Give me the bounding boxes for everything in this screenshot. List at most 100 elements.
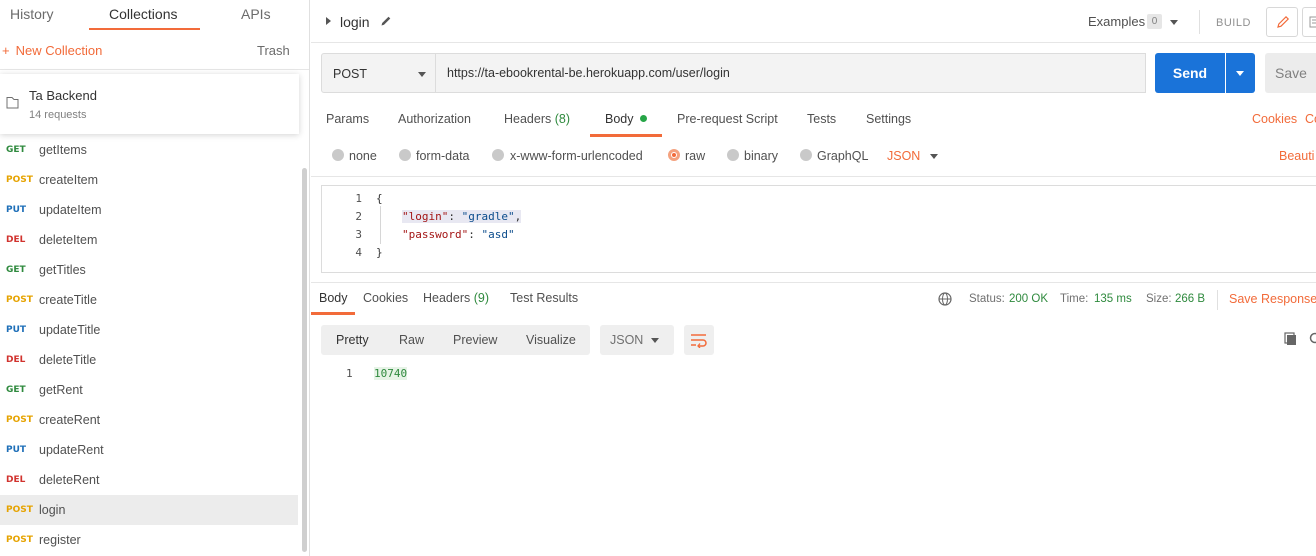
size-value[interactable]: 266 B [1175,293,1205,305]
tab-prerequest-script[interactable]: Pre-request Script [677,112,778,126]
resp-tab-body[interactable]: Body [319,291,348,305]
request-item-updaterent[interactable]: PUT updateRent [0,435,298,465]
request-item-login[interactable]: POST login [0,495,298,525]
radio-binary-label[interactable]: binary [744,149,778,163]
view-preview[interactable]: Preview [453,333,497,347]
radio-none-label[interactable]: none [349,149,377,163]
documentation-button[interactable] [1302,7,1316,37]
trash-button[interactable]: Trash [257,43,290,58]
request-item-getitems[interactable]: GET getItems [0,135,298,165]
chevron-down-icon [1236,71,1244,76]
response-line-number: 1 [346,367,353,380]
json-separator: : [448,210,462,223]
save-response-button[interactable]: Save Response [1229,292,1316,306]
request-item-updateitem[interactable]: PUT updateItem [0,195,298,225]
radio-graphql-label[interactable]: GraphQL [817,149,868,163]
code-line: "password": "asd" [402,228,515,241]
url-input[interactable] [436,53,1146,93]
save-button[interactable]: Save [1265,53,1316,93]
request-item-updatetitle[interactable]: PUT updateTitle [0,315,298,345]
globe-icon[interactable] [937,291,953,307]
line-number: 4 [355,246,362,259]
request-item-deleterent[interactable]: DEL deleteRent [0,465,298,495]
radio-none[interactable] [332,149,344,161]
collection-card[interactable]: Ta Backend 14 requests [0,74,299,134]
view-visualize[interactable]: Visualize [526,333,576,347]
radio-graphql[interactable] [800,149,812,161]
radio-binary[interactable] [727,149,739,161]
tab-apis[interactable]: APIs [241,6,271,22]
method-label: POST [333,67,368,81]
radio-form-data-label[interactable]: form-data [416,149,470,163]
beautify-link[interactable]: Beauti [1279,149,1314,163]
chevron-down-icon[interactable] [1170,20,1178,25]
json-comma: , [514,210,522,223]
request-item-createtitle[interactable]: POST createTitle [0,285,298,315]
request-title[interactable]: login [340,14,370,30]
request-item-register[interactable]: POST register [0,525,298,555]
edit-button[interactable] [1266,7,1298,37]
view-pretty[interactable]: Pretty [336,333,369,347]
raw-format-select[interactable]: JSON [887,149,920,163]
pencil-icon[interactable] [380,15,392,27]
search-icon[interactable] [1309,332,1316,346]
request-name: updateItem [39,203,102,217]
body-type-options: none form-data x-www-form-urlencoded raw… [311,145,1316,169]
method-badge: POST [6,535,33,545]
request-name: updateRent [39,443,104,457]
new-collection-button[interactable]: + New Collection [2,43,102,58]
code-line: "login": "gradle", [402,210,522,223]
request-item-deleteitem[interactable]: DEL deleteItem [0,225,298,255]
tab-authorization[interactable]: Authorization [398,112,471,126]
code-line: } [376,246,383,259]
tab-settings[interactable]: Settings [866,112,911,126]
radio-urlencoded[interactable] [492,149,504,161]
wrap-lines-button[interactable] [684,325,714,355]
sidebar-scrollbar[interactable] [302,168,307,552]
request-body-editor[interactable]: 1 2 3 4 { "login": "gradle", "password":… [321,185,1316,273]
request-item-createrent[interactable]: POST createRent [0,405,298,435]
chevron-down-icon[interactable] [930,154,938,159]
resp-tab-test-results[interactable]: Test Results [510,291,578,305]
radio-urlencoded-label[interactable]: x-www-form-urlencoded [510,149,643,163]
build-mode-label[interactable]: BUILD [1216,17,1251,29]
request-list: GET getItems POST createItem PUT updateItem DE… [0,135,300,555]
view-raw[interactable]: Raw [399,333,424,347]
send-button[interactable]: Send [1155,53,1225,93]
examples-dropdown[interactable]: Examples [1088,14,1145,29]
radio-raw[interactable] [668,149,680,161]
request-item-deletetitle[interactable]: DEL deleteTitle [0,345,298,375]
time-value[interactable]: 135 ms [1094,293,1132,305]
tab-params[interactable]: Params [326,112,369,126]
copy-icon[interactable] [1284,332,1298,346]
radio-raw-label[interactable]: raw [685,149,705,163]
method-select[interactable]: POST [321,53,436,93]
new-collection-label: New Collection [15,43,103,58]
tab-tests[interactable]: Tests [807,112,836,126]
code-link[interactable]: Co [1305,112,1316,126]
sidebar-actions: + New Collection Trash [0,32,309,70]
tab-headers[interactable]: Headers (8) [504,112,570,126]
expand-caret-icon[interactable] [326,17,331,25]
time-label: Time: [1060,293,1089,305]
request-name: updateTitle [39,323,101,337]
status-value[interactable]: 200 OK [1009,293,1048,305]
body-indicator-dot [639,115,647,122]
response-format-select[interactable]: JSON [600,325,674,355]
resp-tab-cookies[interactable]: Cookies [363,291,408,305]
divider [1199,10,1200,34]
json-key: "password" [402,228,469,241]
tab-body[interactable]: Body [605,112,647,126]
request-item-gettitles[interactable]: GET getTitles [0,255,298,285]
tab-history[interactable]: History [10,6,54,22]
request-item-createitem[interactable]: POST createItem [0,165,298,195]
cookies-link[interactable]: Cookies [1252,112,1297,126]
tab-collections[interactable]: Collections [109,6,177,22]
chevron-down-icon [651,338,659,343]
send-options-button[interactable] [1226,53,1255,93]
method-badge: DEL [6,475,26,485]
resp-tab-headers[interactable]: Headers (9) [423,291,489,305]
method-badge: GET [6,265,26,275]
radio-form-data[interactable] [399,149,411,161]
request-item-getrent[interactable]: GET getRent [0,375,298,405]
